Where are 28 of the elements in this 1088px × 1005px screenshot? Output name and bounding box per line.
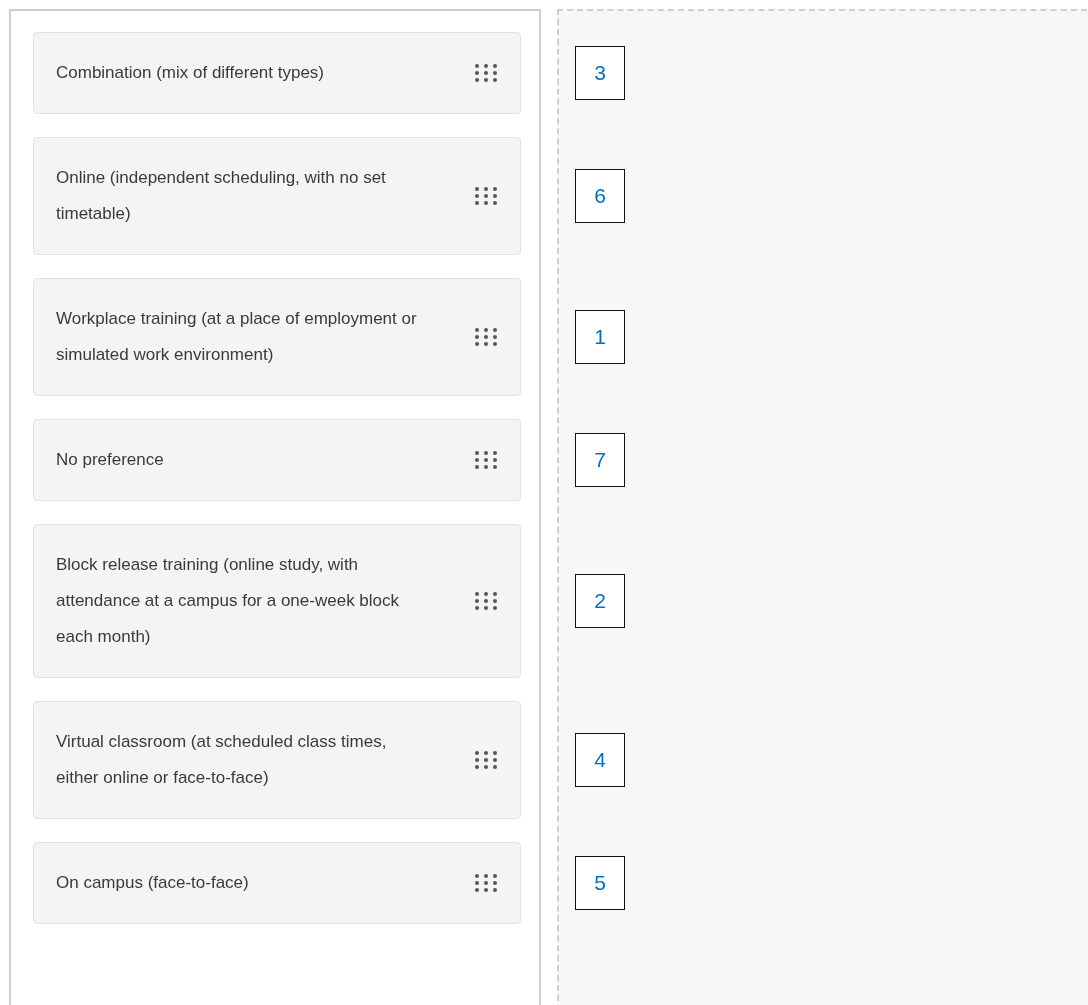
option-label: Workplace training (at a place of employment or simulated work environment) (56, 308, 418, 366)
drag-handle-icon[interactable] (474, 63, 498, 83)
rank-field[interactable]: 7 (575, 433, 625, 487)
option-label: Online (independent scheduling, with no set timetable) (56, 167, 387, 225)
draggable-option[interactable]: On campus (face-to-face) (33, 842, 521, 924)
draggable-option[interactable]: Virtual classroom (at scheduled class times, either online or face-to-face) (33, 701, 521, 819)
drag-handle-icon[interactable] (474, 873, 498, 893)
draggable-option[interactable]: Block release training (online study, with attendance at a campus for a one-week block each month) (33, 524, 521, 678)
rank-field[interactable]: 6 (575, 169, 625, 223)
option-label: Combination (mix of different types) (56, 62, 325, 84)
option-label: No preference (56, 449, 164, 471)
option-label: On campus (face-to-face) (56, 872, 249, 894)
draggable-option[interactable]: Workplace training (at a place of employment or simulated work environment) (33, 278, 521, 396)
draggable-option[interactable]: Online (independent scheduling, with no set timetable) (33, 137, 521, 255)
draggable-option[interactable]: No preference (33, 419, 521, 501)
rank-field[interactable]: 4 (575, 733, 625, 787)
option-label: Virtual classroom (at scheduled class times, either online or face-to-face) (56, 731, 388, 789)
option-label: Block release training (online study, with attendance at a campus for a one-week block each month) (56, 554, 401, 648)
drag-handle-icon[interactable] (474, 327, 498, 347)
drag-handle-icon[interactable] (474, 591, 498, 611)
rank-field[interactable]: 3 (575, 46, 625, 100)
rank-field[interactable]: 1 (575, 310, 625, 364)
drag-handle-icon[interactable] (474, 450, 498, 470)
rank-field[interactable]: 2 (575, 574, 625, 628)
rank-field[interactable]: 5 (575, 856, 625, 910)
draggable-option[interactable]: Combination (mix of different types) (33, 32, 521, 114)
drag-handle-icon[interactable] (474, 186, 498, 206)
drag-handle-icon[interactable] (474, 750, 498, 770)
